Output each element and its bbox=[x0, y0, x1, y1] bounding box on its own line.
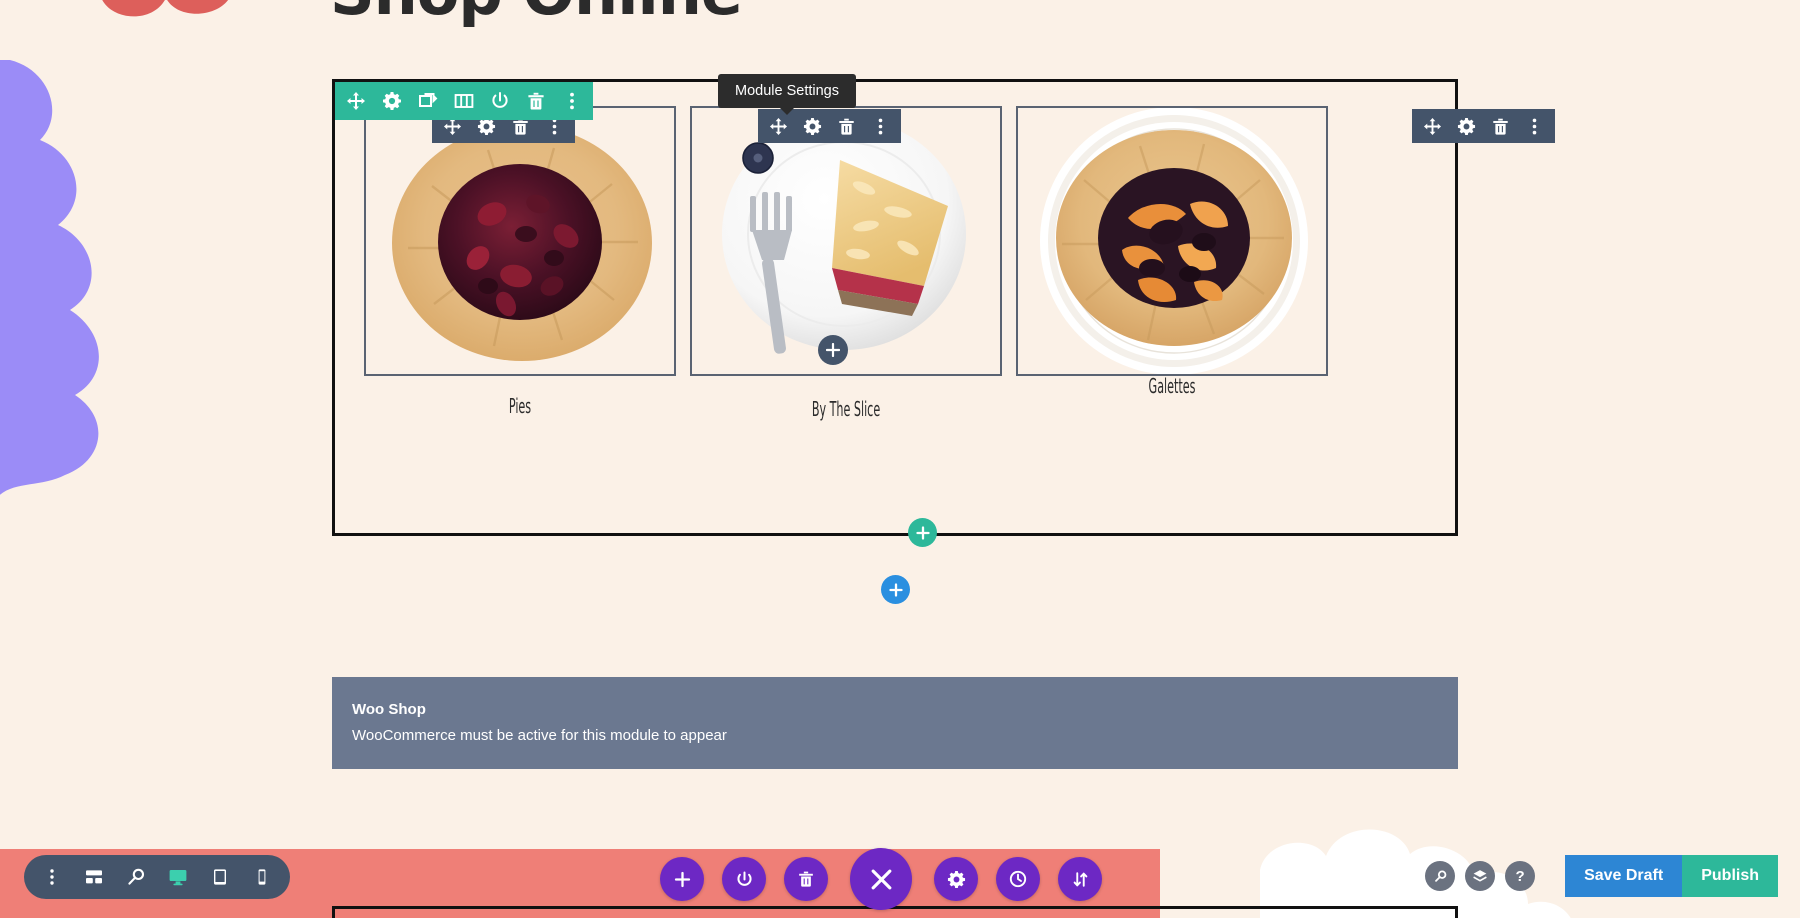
module-settings-tooltip: Module Settings bbox=[718, 74, 856, 115]
tablet-icon[interactable] bbox=[210, 867, 230, 887]
kebab-icon[interactable] bbox=[562, 91, 582, 111]
woo-notice-description: WooCommerce must be active for this modu… bbox=[352, 727, 727, 744]
move-icon[interactable] bbox=[1423, 117, 1442, 136]
builder-action-buttons[interactable] bbox=[660, 848, 1102, 910]
kebab-icon[interactable] bbox=[42, 867, 62, 887]
desktop-icon[interactable] bbox=[168, 867, 188, 887]
builder-section[interactable]: Pies By The Slice Galettes Module Settin… bbox=[332, 74, 1555, 536]
publish-controls: Save Draft Publish bbox=[1565, 855, 1778, 897]
trash-icon[interactable] bbox=[526, 91, 546, 111]
trash-icon[interactable] bbox=[1491, 117, 1510, 136]
save-draft-button[interactable]: Save Draft bbox=[1565, 855, 1683, 897]
kebab-icon[interactable] bbox=[1525, 117, 1544, 136]
add-row-button[interactable] bbox=[908, 518, 937, 547]
coral-cloud-decoration bbox=[78, 0, 288, 62]
move-icon[interactable] bbox=[769, 117, 788, 136]
gear-icon[interactable] bbox=[382, 91, 402, 111]
woo-notice-title: Woo Shop bbox=[352, 701, 426, 718]
column-2[interactable] bbox=[690, 106, 1002, 376]
wireframe-icon[interactable] bbox=[84, 867, 104, 887]
section-toolbar[interactable] bbox=[335, 82, 593, 120]
woo-shop-notice[interactable]: Woo Shop WooCommerce must be active for … bbox=[332, 677, 1458, 769]
layers-icon[interactable] bbox=[1465, 861, 1496, 891]
column-3[interactable] bbox=[1016, 106, 1328, 376]
pie-slice-on-plate-photo bbox=[692, 108, 1000, 374]
publish-button[interactable]: Publish bbox=[1682, 855, 1778, 897]
phone-icon[interactable] bbox=[252, 867, 272, 887]
editing-history-button[interactable] bbox=[996, 857, 1040, 901]
gear-icon[interactable] bbox=[803, 117, 822, 136]
peach-galette-photo bbox=[1018, 108, 1326, 374]
column-1[interactable] bbox=[364, 106, 676, 376]
shop-label-by-the-slice: By The Slice bbox=[811, 397, 881, 421]
search-icon[interactable] bbox=[1425, 861, 1456, 891]
page-settings-button[interactable] bbox=[934, 857, 978, 901]
visual-builder-canvas: Shop Online bbox=[0, 0, 1800, 918]
columns-icon[interactable] bbox=[454, 91, 474, 111]
zoom-icon[interactable] bbox=[126, 867, 146, 887]
purple-cloud-decoration bbox=[0, 60, 150, 510]
add-section-button[interactable] bbox=[881, 575, 910, 604]
module-add-button[interactable] bbox=[818, 335, 848, 365]
duplicate-icon[interactable] bbox=[418, 91, 438, 111]
help-icon[interactable]: ? bbox=[1505, 861, 1536, 891]
page-title: Shop Online bbox=[330, 0, 743, 29]
module-toolbar-3[interactable] bbox=[1412, 109, 1555, 143]
builder-right-controls[interactable]: ? Save Draft Publish bbox=[1425, 855, 1778, 897]
move-icon[interactable] bbox=[346, 91, 366, 111]
clear-layout-button[interactable] bbox=[784, 857, 828, 901]
power-icon[interactable] bbox=[490, 91, 510, 111]
add-from-library-button[interactable] bbox=[660, 857, 704, 901]
trash-icon[interactable] bbox=[837, 117, 856, 136]
shop-label-galettes: Galettes bbox=[1148, 374, 1196, 398]
kebab-icon[interactable] bbox=[871, 117, 890, 136]
close-builder-button[interactable] bbox=[850, 848, 912, 910]
shop-label-pies: Pies bbox=[508, 394, 532, 418]
gear-icon[interactable] bbox=[1457, 117, 1476, 136]
berry-galette-photo bbox=[366, 108, 674, 374]
builder-view-modes[interactable] bbox=[24, 855, 290, 899]
portability-button[interactable] bbox=[1058, 857, 1102, 901]
toggle-builder-button[interactable] bbox=[722, 857, 766, 901]
